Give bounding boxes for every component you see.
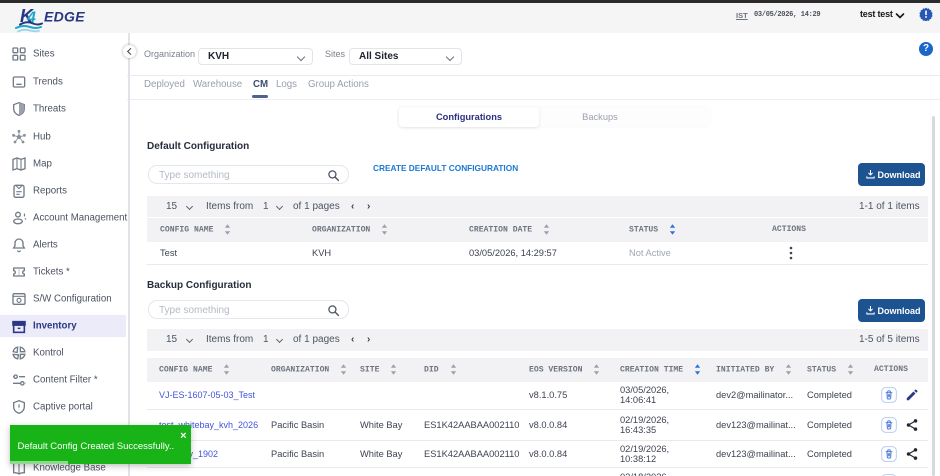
svg-text:EDGE: EDGE: [44, 9, 85, 25]
